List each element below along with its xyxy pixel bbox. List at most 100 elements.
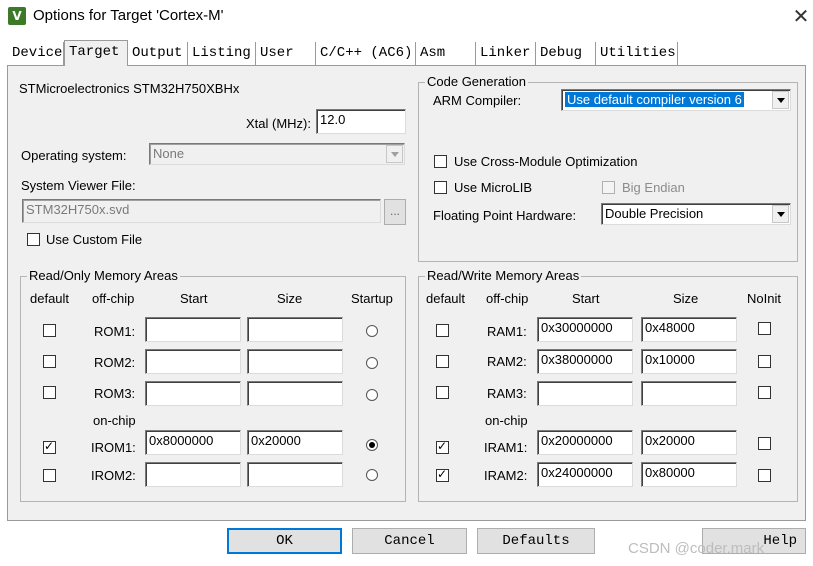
rom2-start-input[interactable] bbox=[145, 349, 241, 374]
cross-module-checkbox[interactable] bbox=[434, 155, 447, 168]
use-custom-file-checkbox[interactable] bbox=[27, 233, 40, 246]
window-title: Options for Target 'Cortex-M' bbox=[33, 7, 224, 24]
tab-cpp-ac6[interactable]: C/C++ (AC6) bbox=[316, 42, 416, 66]
ok-button[interactable]: OK bbox=[227, 528, 342, 554]
ro-onchip-label: on-chip bbox=[93, 413, 136, 428]
iram1-noinit-checkbox[interactable] bbox=[758, 437, 771, 450]
cross-module-label: Use Cross-Module Optimization bbox=[454, 154, 638, 169]
irom2-startup-radio[interactable] bbox=[366, 469, 378, 481]
iram1-label: IRAM1: bbox=[484, 440, 528, 455]
ram3-label: RAM3: bbox=[487, 386, 527, 401]
chevron-down-icon bbox=[772, 91, 789, 109]
ram2-start-input[interactable]: 0x38000000 bbox=[537, 349, 633, 374]
tab-target[interactable]: Target bbox=[64, 40, 128, 66]
code-generation-title: Code Generation bbox=[425, 74, 529, 89]
irom1-startup-radio[interactable] bbox=[366, 439, 378, 451]
device-name: STMicroelectronics STM32H750XBHx bbox=[19, 81, 240, 96]
rom1-startup-radio[interactable] bbox=[366, 325, 378, 337]
iram1-size-input[interactable]: 0x20000 bbox=[641, 430, 737, 455]
tab-debug[interactable]: Debug bbox=[536, 42, 596, 66]
rw-header-noinit: NoInit bbox=[747, 291, 781, 306]
irom2-label: IROM2: bbox=[91, 468, 136, 483]
ram3-default-checkbox[interactable] bbox=[436, 386, 449, 399]
csdn-watermark: CSDN @coder.mark bbox=[628, 540, 765, 557]
xtal-label: Xtal (MHz): bbox=[246, 116, 311, 131]
keil-uvision-icon: V bbox=[8, 7, 26, 25]
ram1-label: RAM1: bbox=[487, 324, 527, 339]
iram2-label: IRAM2: bbox=[484, 468, 528, 483]
ro-memory-title: Read/Only Memory Areas bbox=[27, 268, 180, 283]
cancel-button[interactable]: Cancel bbox=[352, 528, 467, 554]
iram1-default-checkbox[interactable] bbox=[436, 439, 449, 454]
arm-compiler-label: ARM Compiler: bbox=[433, 93, 522, 108]
tab-utilities[interactable]: Utilities bbox=[596, 42, 678, 66]
rom1-size-input[interactable] bbox=[247, 317, 343, 342]
irom1-label: IROM1: bbox=[91, 440, 136, 455]
irom2-size-input[interactable] bbox=[247, 462, 343, 487]
svf-label: System Viewer File: bbox=[21, 178, 136, 193]
ram2-label: RAM2: bbox=[487, 354, 527, 369]
iram2-noinit-checkbox[interactable] bbox=[758, 469, 771, 482]
ram3-size-input[interactable] bbox=[641, 381, 737, 406]
big-endian-label: Big Endian bbox=[622, 180, 685, 195]
tab-listing[interactable]: Listing bbox=[188, 42, 256, 66]
ram3-start-input[interactable] bbox=[537, 381, 633, 406]
iram2-size-input[interactable]: 0x80000 bbox=[641, 462, 737, 487]
rw-header-offchip: off-chip bbox=[486, 291, 529, 306]
ram2-size-input[interactable]: 0x10000 bbox=[641, 349, 737, 374]
arm-compiler-value: Use default compiler version 6 bbox=[565, 92, 744, 107]
irom1-size-input[interactable]: 0x20000 bbox=[247, 430, 343, 455]
ro-header-size: Size bbox=[277, 291, 303, 306]
svf-browse-button: ... bbox=[384, 199, 406, 225]
xtal-input[interactable]: 12.0 bbox=[316, 109, 406, 134]
svf-input: STM32H750x.svd bbox=[22, 199, 381, 223]
rom3-start-input[interactable] bbox=[145, 381, 241, 406]
tab-user[interactable]: User bbox=[256, 42, 316, 66]
irom1-start-input[interactable]: 0x8000000 bbox=[145, 430, 241, 455]
iram1-start-input[interactable]: 0x20000000 bbox=[537, 430, 633, 455]
microlib-label: Use MicroLIB bbox=[454, 180, 533, 195]
ram1-default-checkbox[interactable] bbox=[436, 324, 449, 337]
chevron-down-icon bbox=[386, 145, 403, 163]
tab-output[interactable]: Output bbox=[128, 42, 188, 66]
rom3-startup-radio[interactable] bbox=[366, 389, 378, 401]
ram2-noinit-checkbox[interactable] bbox=[758, 355, 771, 368]
rom2-size-input[interactable] bbox=[247, 349, 343, 374]
arm-compiler-select[interactable]: Use default compiler version 6 bbox=[561, 89, 791, 111]
rom2-default-checkbox[interactable] bbox=[43, 355, 56, 368]
ram1-noinit-checkbox[interactable] bbox=[758, 322, 771, 335]
rw-memory-title: Read/Write Memory Areas bbox=[425, 268, 582, 283]
chevron-down-icon bbox=[772, 205, 789, 223]
os-value: None bbox=[153, 146, 185, 161]
iram2-default-checkbox[interactable] bbox=[436, 467, 449, 482]
rom3-default-checkbox[interactable] bbox=[43, 386, 56, 399]
os-label: Operating system: bbox=[21, 148, 127, 163]
irom2-default-checkbox[interactable] bbox=[43, 469, 56, 482]
ram3-noinit-checkbox[interactable] bbox=[758, 386, 771, 399]
close-icon[interactable]: ✕ bbox=[790, 4, 812, 28]
fph-select[interactable]: Double Precision bbox=[601, 203, 791, 225]
ram1-start-input[interactable]: 0x30000000 bbox=[537, 317, 633, 342]
ram1-size-input[interactable]: 0x48000 bbox=[641, 317, 737, 342]
microlib-checkbox[interactable] bbox=[434, 181, 447, 194]
tab-asm[interactable]: Asm bbox=[416, 42, 476, 66]
rw-header-start: Start bbox=[572, 291, 600, 306]
tab-device[interactable]: Device bbox=[8, 42, 64, 66]
ram2-default-checkbox[interactable] bbox=[436, 355, 449, 368]
rom1-start-input[interactable] bbox=[145, 317, 241, 342]
rom3-size-input[interactable] bbox=[247, 381, 343, 406]
tab-strip: Device Target Output Listing User C/C++ … bbox=[0, 40, 813, 66]
rom2-label: ROM2: bbox=[94, 355, 136, 370]
rw-header-size: Size bbox=[673, 291, 699, 306]
iram2-start-input[interactable]: 0x24000000 bbox=[537, 462, 633, 487]
rom2-startup-radio[interactable] bbox=[366, 357, 378, 369]
rw-onchip-label: on-chip bbox=[485, 413, 528, 428]
irom1-default-checkbox[interactable] bbox=[43, 439, 56, 454]
fph-label: Floating Point Hardware: bbox=[433, 208, 577, 223]
tab-linker[interactable]: Linker bbox=[476, 42, 536, 66]
defaults-button[interactable]: Defaults bbox=[477, 528, 595, 554]
big-endian-checkbox bbox=[602, 181, 615, 194]
ro-header-offchip: off-chip bbox=[92, 291, 135, 306]
rom1-default-checkbox[interactable] bbox=[43, 324, 56, 337]
irom2-start-input[interactable] bbox=[145, 462, 241, 487]
